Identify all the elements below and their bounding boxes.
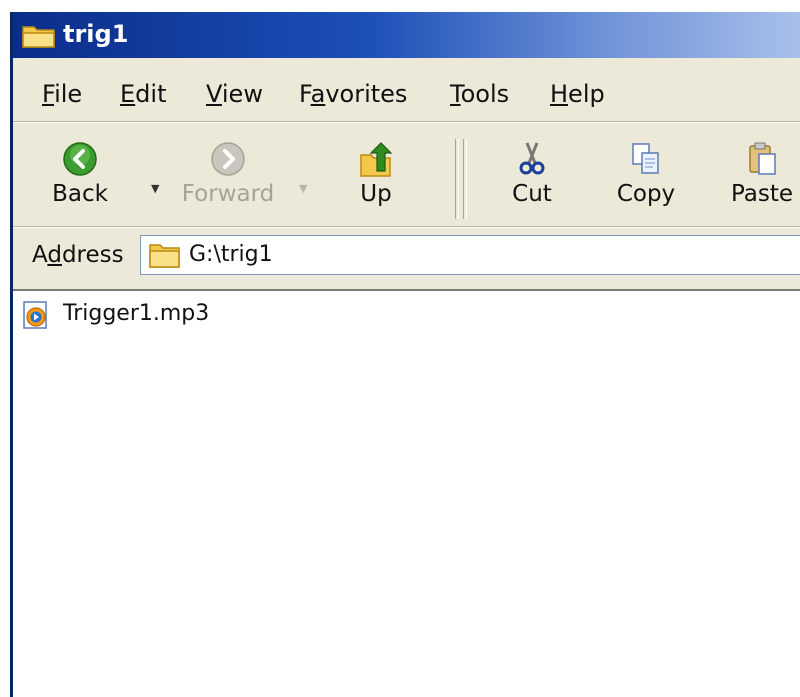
address-input[interactable]: G:\trig1: [140, 235, 800, 275]
back-label: Back: [52, 181, 108, 207]
cut-label: Cut: [512, 181, 552, 207]
toolbar-separator: [455, 139, 459, 219]
menu-bar: File Edit View Favorites Tools Help: [13, 74, 800, 118]
folder-icon: [22, 23, 56, 53]
forward-label: Forward: [181, 181, 275, 207]
address-bar: Address G:\trig1: [13, 230, 800, 282]
window-title: trig1: [63, 20, 129, 48]
address-path: G:\trig1: [189, 242, 273, 267]
explorer-window: trig1 File Edit View Favorites Tools Hel…: [10, 12, 800, 697]
up-folder-icon: [357, 141, 395, 183]
paste-label: Paste: [730, 181, 794, 207]
back-button[interactable]: Back: [35, 127, 125, 227]
cut-button[interactable]: Cut: [487, 127, 577, 227]
paste-icon: [746, 141, 778, 181]
back-arrow-icon: [62, 141, 98, 181]
menu-file[interactable]: File: [42, 80, 82, 108]
forward-arrow-icon: [210, 141, 246, 181]
toolbar-separator: [463, 139, 467, 219]
paste-button[interactable]: Paste: [717, 127, 800, 227]
menu-help[interactable]: Help: [550, 80, 605, 108]
menu-edit[interactable]: Edit: [120, 80, 166, 108]
forward-dropdown-icon[interactable]: ▼: [299, 182, 307, 195]
menu-favorites[interactable]: Favorites: [299, 80, 407, 108]
menu-view[interactable]: View: [206, 80, 263, 108]
folder-icon: [149, 241, 181, 273]
toolbar-divider-highlight: [13, 227, 800, 228]
copy-button[interactable]: Copy: [601, 127, 691, 227]
media-file-icon: [23, 301, 57, 335]
address-label: Address: [32, 242, 124, 268]
forward-button[interactable]: Forward: [173, 127, 283, 227]
title-bar[interactable]: trig1: [13, 12, 800, 58]
copy-label: Copy: [616, 181, 676, 207]
back-dropdown-icon[interactable]: ▼: [151, 182, 159, 195]
toolbar: Back ▼ Forward ▼ Up Cut Copy Paste: [13, 127, 800, 227]
menu-tools[interactable]: Tools: [450, 80, 509, 108]
menu-divider-highlight: [13, 122, 800, 123]
up-button[interactable]: Up: [331, 127, 421, 227]
up-label: Up: [360, 181, 392, 207]
file-name: Trigger1.mp3: [63, 301, 210, 326]
copy-icon: [630, 141, 662, 181]
scissors-icon: [517, 141, 547, 181]
file-list[interactable]: Trigger1.mp3: [13, 289, 800, 697]
